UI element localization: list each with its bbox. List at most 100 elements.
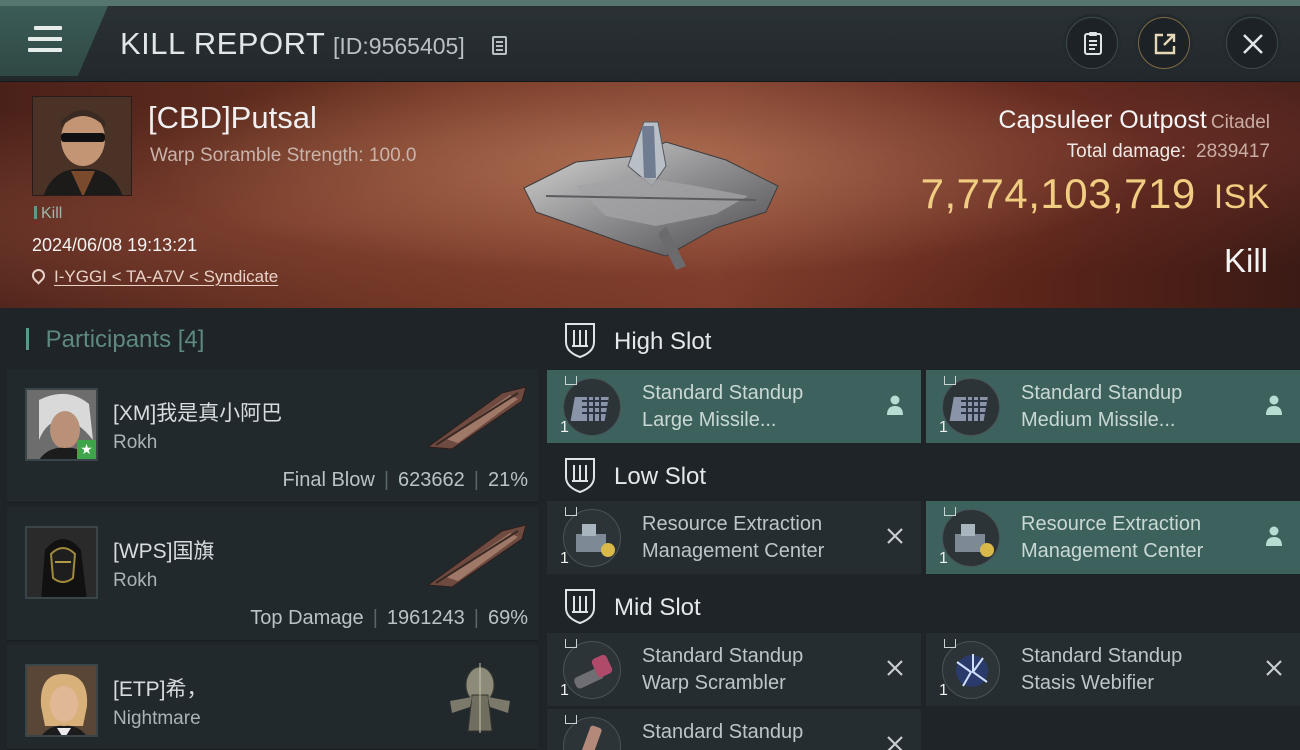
module-qty: 1 — [939, 682, 948, 699]
module-name-line2: Management Center — [642, 540, 825, 562]
module-name: Resource Extraction Management Center — [1021, 511, 1203, 565]
participant-avatar: ★ — [25, 388, 98, 461]
kill-location[interactable]: I-YGGI < TA-A7V < Syndicate — [29, 266, 278, 287]
high-slot-header: High Slot — [544, 308, 1300, 370]
kill-datetime: 2024/06/08 19:13:21 — [32, 235, 198, 255]
module-tag-icon — [565, 376, 577, 385]
victim-ship-name: Capsuleer Outpost — [998, 106, 1207, 134]
participant-name: [WPS]国旗 — [113, 540, 215, 563]
module-thumbnail — [942, 378, 1000, 436]
module-name-line1: Resource Extraction — [1021, 513, 1202, 535]
victim-name[interactable]: [CBD]Putsal — [148, 100, 317, 136]
module-name-line1: Standard Standup — [1021, 382, 1183, 404]
participant-ship: Rokh — [113, 570, 158, 591]
copy-icon[interactable] — [492, 36, 507, 55]
module-qty: 1 — [939, 550, 948, 567]
destroyed-x-icon[interactable] — [883, 656, 907, 680]
total-damage-label: Total damage: — [1066, 141, 1187, 162]
module-card[interactable]: 1 Standard Standup Stasis Webifier — [926, 633, 1300, 706]
low-slot-header: Low Slot — [544, 443, 1300, 505]
participant-stats: Final Blow | 623662 | 21% — [282, 469, 528, 491]
module-card[interactable]: 1 Standard Standup Medium Missile... — [926, 370, 1300, 443]
module-name-line2: Large Missile... — [642, 409, 777, 431]
person-icon[interactable] — [1262, 393, 1286, 417]
module-tag-icon — [944, 507, 956, 516]
participant-ship: Rokh — [113, 432, 158, 453]
high-slot-icon — [565, 323, 595, 358]
rokh-ship-image — [426, 524, 527, 588]
module-name-line1: Standard Standup — [1021, 645, 1183, 667]
module-thumbnail — [942, 641, 1000, 699]
total-damage: Total damage: 2839417 — [1067, 141, 1270, 163]
module-card[interactable]: 1 Standard Standup Large Missile... — [547, 370, 921, 443]
module-tag-icon — [944, 639, 956, 648]
module-name-line1: Standard Standup — [642, 721, 804, 743]
module-tag-icon — [944, 376, 956, 385]
participant-percent: 21% — [487, 469, 528, 491]
module-name-line1: Standard Standup — [642, 645, 804, 667]
participant-row[interactable]: [ETP]希， Nightmare — [7, 645, 538, 750]
module-qty: 1 — [560, 419, 569, 436]
participant-row[interactable]: [WPS]国旗 Rokh Top Damage | 1961243 | 69% — [7, 507, 538, 641]
clipboard-button[interactable] — [1066, 17, 1118, 69]
destroyed-x-icon[interactable] — [883, 524, 907, 548]
participant-role: Final Blow — [282, 469, 375, 491]
module-card[interactable]: 1 Resource Extraction Management Center — [926, 501, 1300, 574]
module-name-line2: Warp Scrambler — [642, 672, 786, 694]
isk-unit: ISK — [1213, 178, 1270, 216]
close-button[interactable] — [1226, 17, 1278, 69]
module-name: Standard Standup Medium Missile... — [1021, 380, 1182, 434]
high-slot-label: High Slot — [614, 328, 712, 355]
module-name-line2: Medium Missile... — [1021, 409, 1176, 431]
low-slot-label: Low Slot — [614, 463, 707, 490]
module-name: Resource Extraction Management Center — [642, 511, 824, 565]
participant-name: [ETP]希， — [113, 678, 208, 701]
victim-ship-class: Citadel — [1210, 112, 1270, 133]
mid-slot-icon — [565, 589, 595, 624]
report-id: [ID:9565405] — [333, 33, 465, 59]
isk-value: 7,774,103,719 ISK — [921, 170, 1270, 218]
participant-role: Top Damage — [250, 607, 364, 629]
participant-avatar — [25, 664, 98, 737]
location-pin-icon — [29, 266, 48, 285]
destroyed-x-icon[interactable] — [883, 732, 907, 750]
participant-row[interactable]: ★ [XM]我是真小阿巴 Rokh Final Blow | 623662 | 21% — [7, 369, 538, 503]
clipboard-icon — [1084, 32, 1102, 55]
menu-icon — [28, 26, 62, 52]
share-button[interactable] — [1138, 17, 1190, 69]
module-card[interactable]: 1 Standard Standup Warp Scrambler — [547, 633, 921, 706]
participant-damage: 1961243 — [386, 607, 465, 629]
victim-ship[interactable]: Capsuleer Outpost Citadel — [998, 106, 1270, 135]
participant-damage: 623662 — [398, 469, 465, 491]
rokh-ship-image — [426, 386, 527, 450]
module-name: Standard Standup — [642, 719, 803, 746]
share-icon — [1154, 33, 1176, 55]
person-icon[interactable] — [883, 393, 907, 417]
victim-portrait[interactable] — [32, 96, 132, 196]
close-icon — [1243, 34, 1263, 54]
top-bar: KILL REPORT [ID:9565405] — [0, 0, 1300, 82]
total-damage-value: 2839417 — [1196, 141, 1270, 162]
module-thumbnail — [942, 509, 1000, 567]
location-link[interactable]: I-YGGI < TA-A7V < Syndicate — [54, 267, 278, 286]
module-card[interactable]: Standard Standup — [547, 709, 921, 750]
person-icon[interactable] — [1262, 524, 1286, 548]
participants-panel: Participants [4] ★ [XM]我是真小阿巴 Rokh Final… — [0, 308, 544, 750]
module-name-line1: Resource Extraction — [642, 513, 823, 535]
page-title: KILL REPORT — [120, 26, 326, 61]
module-tag-icon — [565, 507, 577, 516]
participant-name: [XM]我是真小阿巴 — [113, 402, 283, 425]
module-name: Standard Standup Stasis Webifier — [1021, 643, 1182, 697]
module-name-line2: Stasis Webifier — [1021, 672, 1155, 694]
participant-ship: Nightmare — [113, 708, 201, 729]
participant-avatar — [25, 526, 98, 599]
participant-percent: 69% — [487, 607, 528, 629]
low-slot-icon — [565, 458, 595, 493]
mid-slot-header: Mid Slot — [544, 574, 1300, 636]
menu-button[interactable] — [0, 6, 108, 76]
module-thumbnail — [563, 641, 621, 699]
participant-stats: Top Damage | 1961243 | 69% — [250, 607, 528, 629]
destroyed-x-icon[interactable] — [1262, 656, 1286, 680]
module-card[interactable]: 1 Resource Extraction Management Center — [547, 501, 921, 574]
module-name-line2: Management Center — [1021, 540, 1204, 562]
